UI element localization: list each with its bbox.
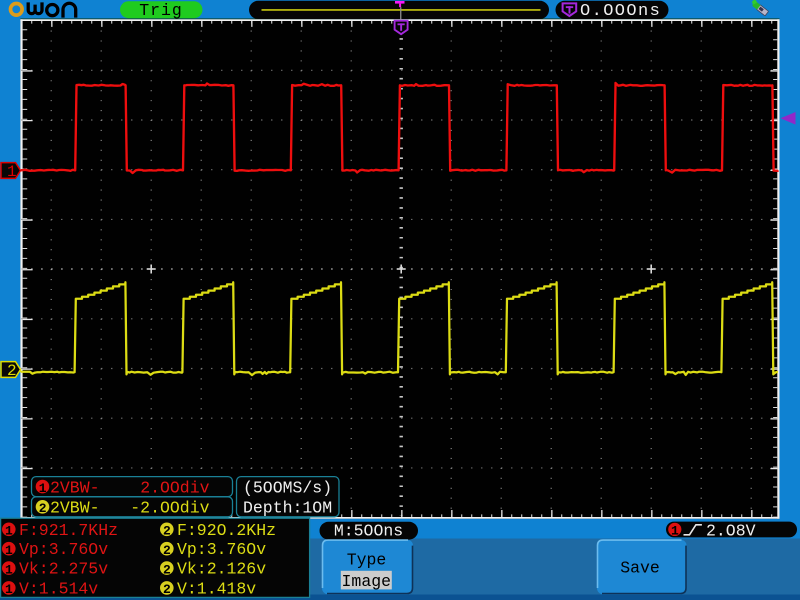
svg-text:-2.OOdiv: -2.OOdiv: [130, 499, 209, 518]
svg-text:V:1.514v: V:1.514v: [19, 579, 98, 598]
svg-text:F:92O.2KHz: F:92O.2KHz: [177, 521, 276, 540]
svg-text:1: 1: [671, 524, 679, 539]
svg-text:2VBW-: 2VBW-: [50, 478, 100, 497]
svg-text:M:5OOns: M:5OOns: [334, 522, 403, 541]
svg-text:F:921.7KHz: F:921.7KHz: [19, 521, 118, 540]
svg-text:V:1.418v: V:1.418v: [177, 579, 256, 598]
svg-text:2: 2: [163, 543, 171, 558]
svg-text:2: 2: [163, 524, 171, 539]
svg-text:2: 2: [39, 501, 47, 516]
svg-text:Vk:2.275v: Vk:2.275v: [19, 560, 108, 579]
svg-text:1: 1: [5, 543, 13, 558]
svg-text:(5OOMS/s): (5OOMS/s): [243, 478, 332, 497]
svg-text:2.OOdiv: 2.OOdiv: [140, 478, 209, 497]
svg-text:Depth:1OM: Depth:1OM: [243, 499, 332, 518]
svg-text:2: 2: [163, 582, 171, 597]
svg-text:Vp:3.76Ov: Vp:3.76Ov: [177, 540, 266, 559]
svg-text:1: 1: [5, 524, 13, 539]
svg-text:Vp:3.76Ov: Vp:3.76Ov: [19, 540, 108, 559]
svg-text:Type: Type: [347, 550, 387, 569]
svg-text:1: 1: [7, 163, 17, 181]
svg-text:1: 1: [39, 481, 47, 496]
svg-text:Vk:2.126v: Vk:2.126v: [177, 560, 266, 579]
svg-text:2.O8V: 2.O8V: [706, 521, 756, 540]
svg-text:2: 2: [7, 362, 17, 380]
svg-text:1: 1: [5, 582, 13, 597]
svg-text:Image: Image: [342, 572, 392, 591]
svg-text:2VBW-: 2VBW-: [50, 499, 100, 518]
svg-text:Trig: Trig: [139, 1, 183, 20]
svg-text:2: 2: [163, 562, 171, 577]
svg-text:1: 1: [5, 562, 13, 577]
svg-text:O.OOOns: O.OOOns: [580, 2, 661, 21]
svg-text:Save: Save: [620, 559, 660, 578]
